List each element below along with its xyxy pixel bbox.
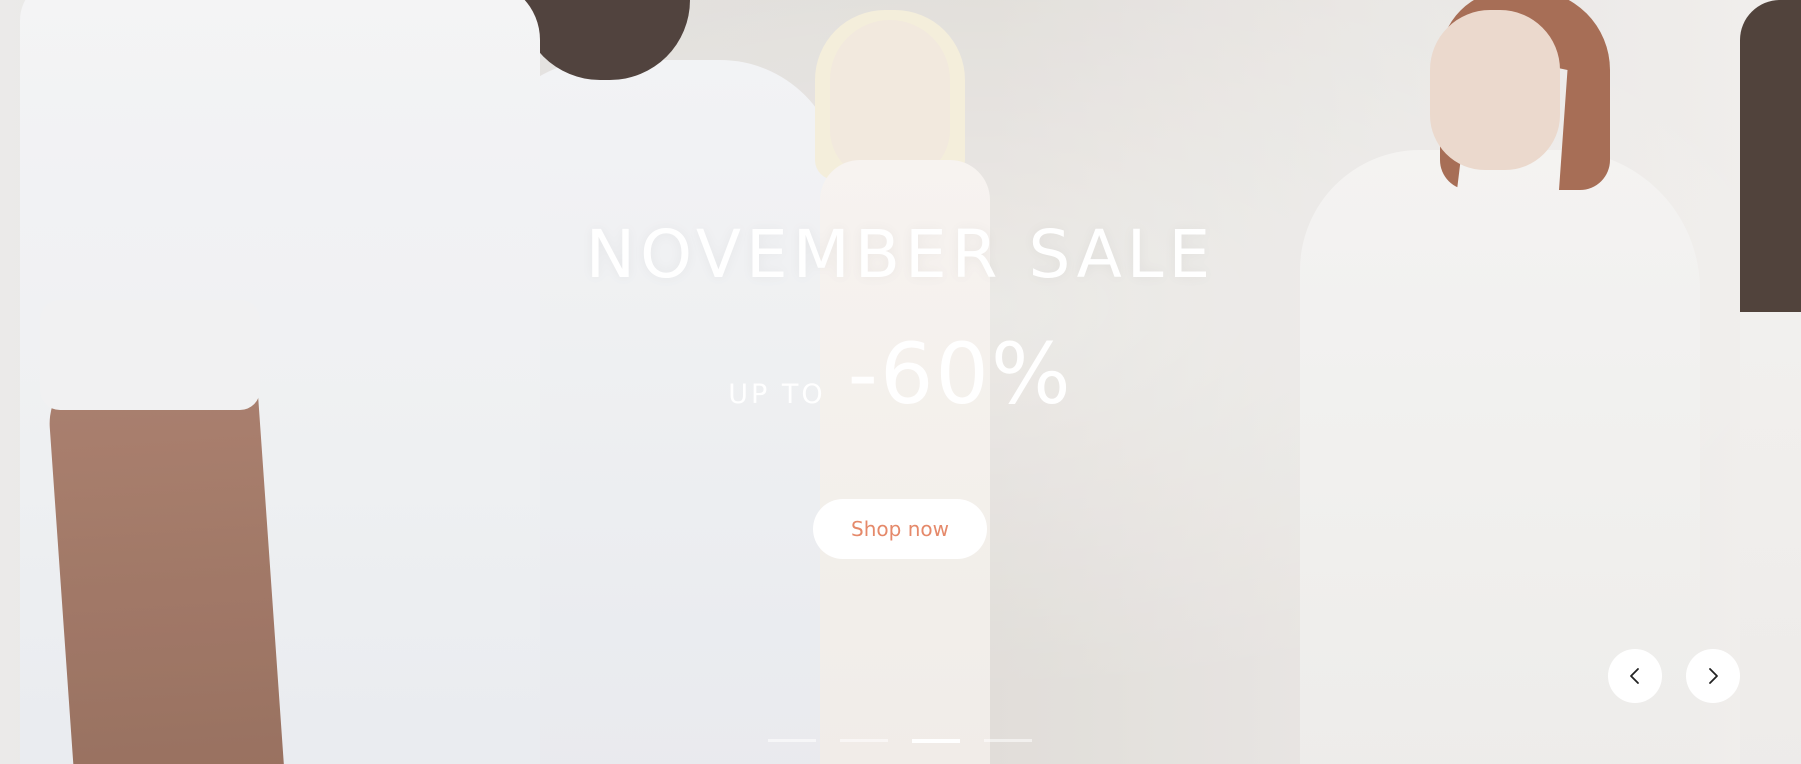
hero-banner: NOVEMBER SALE UP TO -60% Shop now xyxy=(0,0,1801,764)
discount-value: -60% xyxy=(847,325,1073,423)
carousel-dot-3[interactable] xyxy=(912,739,960,743)
carousel-pagination xyxy=(768,739,1032,743)
carousel-dot-2[interactable] xyxy=(840,739,888,742)
chevron-right-icon xyxy=(1709,668,1718,684)
carousel-dot-4[interactable] xyxy=(984,739,1032,742)
shop-now-button[interactable]: Shop now xyxy=(813,499,987,559)
carousel-prev-button[interactable] xyxy=(1608,649,1662,703)
carousel-dot-1[interactable] xyxy=(768,739,816,742)
hero-headline: NOVEMBER SALE xyxy=(585,216,1216,293)
hero-content: NOVEMBER SALE UP TO -60% Shop now xyxy=(0,0,1801,764)
chevron-left-icon xyxy=(1630,668,1639,684)
hero-discount: UP TO -60% xyxy=(0,332,1801,416)
discount-prefix: UP TO xyxy=(728,379,826,410)
carousel-next-button[interactable] xyxy=(1686,649,1740,703)
